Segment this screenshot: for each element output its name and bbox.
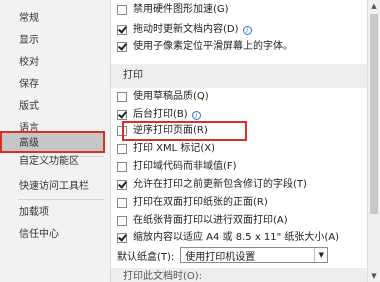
checkbox[interactable] — [117, 5, 127, 15]
option-label: 拖动时更新文档内容(D) — [133, 24, 239, 35]
checkbox[interactable] — [117, 92, 127, 102]
scroll-up-icon[interactable]: ▲ — [368, 0, 380, 12]
default-tray-row: 默认纸盒(T): 使用打印机设置 ▼ — [117, 246, 329, 264]
chevron-down-icon[interactable]: ▼ — [314, 248, 327, 262]
sidebar-item-advanced[interactable]: 高级 — [0, 131, 105, 153]
option-label: 缩放内容以适应 A4 或 8.5 x 11" 纸张大小(A) — [133, 232, 340, 243]
option-label: 使用草稿品质(Q) — [133, 91, 209, 102]
info-icon[interactable]: i — [242, 25, 252, 35]
option-label: 打印在双面打印纸张的正面(R) — [133, 197, 268, 208]
sidebar-item-quick-access-toolbar[interactable]: 快速访问工具栏 — [0, 176, 105, 198]
options-sidebar: 常规 显示 校对 保存 版式 语言 高级 自定义功能区 快速访问工具栏 加载项 … — [0, 0, 111, 282]
default-tray-value: 使用打印机设置 — [185, 251, 256, 263]
scroll-thumb[interactable] — [370, 14, 378, 214]
info-icon[interactable]: i — [191, 110, 201, 120]
checkbox[interactable] — [117, 233, 127, 243]
checkbox[interactable] — [117, 162, 127, 172]
sidebar-item-typography[interactable]: 版式 — [0, 96, 105, 118]
sidebar-item-customize-ribbon[interactable]: 自定义功能区 — [0, 151, 105, 173]
sidebar-divider — [18, 199, 104, 200]
option-print-front-duplex[interactable]: 打印在双面打印纸张的正面(R) — [117, 195, 268, 211]
advanced-options-panel: 禁用硬件图形加速(G) 拖动时更新文档内容(D) i 使用子像素定位平滑屏幕上的… — [111, 0, 380, 282]
checkbox[interactable] — [117, 42, 127, 52]
option-subpixel-positioning[interactable]: 使用子像素定位平滑屏幕上的字体。 — [117, 39, 293, 55]
sidebar-item-trust-center[interactable]: 信任中心 — [0, 224, 105, 246]
sidebar-item-general[interactable]: 常规 — [0, 8, 105, 30]
sidebar-item-save[interactable]: 保存 — [0, 74, 105, 96]
option-label: 禁用硬件图形加速(G) — [133, 4, 229, 15]
checkbox[interactable] — [117, 25, 127, 35]
option-scale-to-paper[interactable]: 缩放内容以适应 A4 或 8.5 x 11" 纸张大小(A) — [117, 230, 339, 246]
option-label: 打印域代码而非域值(F) — [133, 161, 237, 172]
option-label: 使用子像素定位平滑屏幕上的字体。 — [133, 41, 293, 52]
print-document-label: 打印此文档时(O): — [123, 271, 203, 282]
sidebar-item-proofing[interactable]: 校对 — [0, 52, 105, 74]
checkbox[interactable] — [117, 198, 127, 208]
scroll-down-icon[interactable]: ▼ — [368, 270, 380, 282]
option-update-while-dragging[interactable]: 拖动时更新文档内容(D) i — [117, 22, 252, 38]
default-tray-select[interactable]: 使用打印机设置 ▼ — [180, 247, 329, 263]
highlight-box — [122, 121, 247, 141]
option-print-back-duplex[interactable]: 在纸张背面打印以进行双面打印(A) — [117, 213, 288, 229]
sidebar-item-display[interactable]: 显示 — [0, 30, 105, 52]
option-label: 打印 XML 标记(X) — [133, 143, 216, 154]
option-update-fields-with-revisions[interactable]: 允许在打印之前更新包含修订的字段(T) — [117, 177, 307, 193]
option-print-field-codes[interactable]: 打印域代码而非域值(F) — [117, 159, 237, 175]
checkbox[interactable] — [117, 180, 127, 190]
checkbox[interactable] — [117, 144, 127, 154]
print-section-header: 打印 — [111, 64, 368, 88]
vertical-scrollbar[interactable]: ▲ ▼ — [367, 0, 380, 282]
sidebar-item-add-ins[interactable]: 加载项 — [0, 202, 105, 224]
option-label: 允许在打印之前更新包含修订的字段(T) — [133, 179, 307, 190]
option-print-xml-tags[interactable]: 打印 XML 标记(X) — [117, 141, 215, 157]
option-draft-quality[interactable]: 使用草稿品质(Q) — [117, 89, 209, 105]
option-disable-hardware-acceleration[interactable]: 禁用硬件图形加速(G) — [117, 2, 229, 18]
checkbox[interactable] — [117, 216, 127, 226]
print-document-row: 打印此文档时(O): — [111, 268, 368, 282]
option-label: 在纸张背面打印以进行双面打印(A) — [133, 215, 288, 226]
default-tray-label: 默认纸盒(T): — [117, 251, 175, 263]
checkbox[interactable] — [117, 110, 127, 120]
